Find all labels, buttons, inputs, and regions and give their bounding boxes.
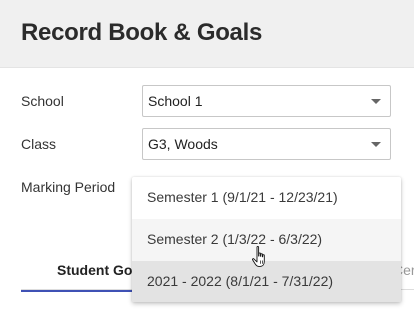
hand-pointer-icon — [252, 246, 265, 267]
chevron-down-icon — [371, 142, 381, 147]
school-select-value: School 1 — [148, 93, 203, 109]
school-label: School — [21, 93, 64, 109]
marking-period-label: Marking Period — [21, 179, 116, 195]
class-select[interactable]: G3, Woods — [142, 128, 391, 160]
active-tab-indicator — [21, 290, 133, 292]
dropdown-option-label: 2021 - 2022 (8/1/21 - 7/31/22) — [147, 273, 334, 289]
tab-student-goals[interactable]: Student Goals — [21, 262, 133, 292]
marking-period-dropdown-menu: Semester 1 (9/1/21 - 12/23/21) Semester … — [132, 177, 401, 302]
tab-student-goals-label: Student Goals — [57, 262, 133, 278]
school-select[interactable]: School 1 — [142, 85, 391, 117]
class-label: Class — [21, 136, 57, 152]
class-select-value: G3, Woods — [148, 136, 218, 152]
dropdown-option-label: Semester 1 (9/1/21 - 12/23/21) — [147, 189, 338, 205]
page-title: Record Book & Goals — [21, 19, 263, 46]
chevron-down-icon — [371, 99, 381, 104]
dropdown-option[interactable]: Semester 1 (9/1/21 - 12/23/21) — [132, 177, 401, 219]
dropdown-option-label: Semester 2 (1/3/22 - 6/3/22) — [147, 231, 323, 247]
page-header: Record Book & Goals — [0, 0, 414, 68]
